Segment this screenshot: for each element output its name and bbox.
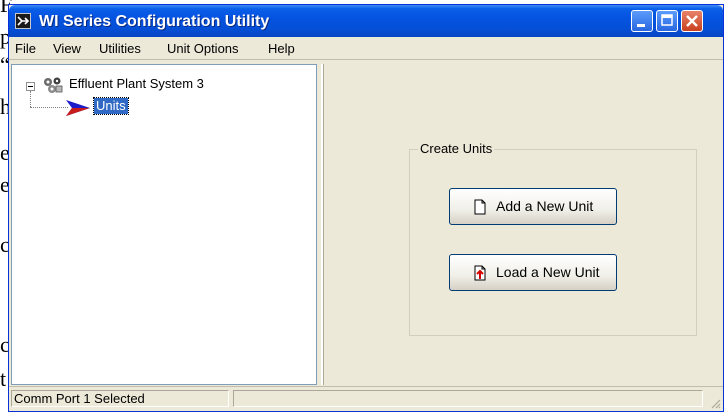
plant-system-icon bbox=[44, 77, 63, 93]
maximize-button[interactable] bbox=[656, 10, 678, 32]
app-window: WI Series Configuration Utility File Vie… bbox=[8, 4, 724, 412]
close-button[interactable] bbox=[681, 10, 703, 32]
menu-utilities[interactable]: Utilities bbox=[99, 41, 141, 56]
load-new-unit-label: Load a New Unit bbox=[496, 264, 600, 280]
groupbox-title: Create Units bbox=[418, 141, 495, 156]
status-text: Comm Port 1 Selected bbox=[11, 390, 229, 407]
app-icon[interactable] bbox=[15, 13, 31, 29]
resize-grip-icon[interactable] bbox=[709, 397, 721, 409]
content-panel: Create Units Add a New Unit Load a New U… bbox=[321, 64, 721, 385]
status-panel-empty bbox=[233, 390, 703, 407]
load-document-icon bbox=[474, 265, 486, 281]
menu-unit-options[interactable]: Unit Options bbox=[167, 41, 239, 56]
tree-view[interactable]: Effluent Plant System 3 Units bbox=[11, 64, 317, 385]
menu-bar: File View Utilities Unit Options Help bbox=[9, 37, 723, 60]
tree-connector bbox=[30, 107, 68, 108]
menu-help[interactable]: Help bbox=[268, 41, 295, 56]
close-icon bbox=[686, 15, 698, 27]
menu-file[interactable]: File bbox=[15, 41, 36, 56]
new-document-icon bbox=[474, 199, 486, 215]
add-new-unit-button[interactable]: Add a New Unit bbox=[449, 188, 617, 225]
title-bar[interactable]: WI Series Configuration Utility bbox=[9, 5, 723, 37]
arrow-pointer-icon bbox=[66, 100, 90, 116]
status-bar: Comm Port 1 Selected bbox=[9, 386, 723, 411]
load-new-unit-button[interactable]: Load a New Unit bbox=[449, 254, 617, 291]
minimize-button[interactable] bbox=[631, 10, 653, 32]
tree-node-units[interactable]: Units bbox=[93, 97, 129, 115]
tree-connector bbox=[30, 91, 31, 107]
minimize-icon bbox=[637, 24, 645, 27]
tree-node-root[interactable]: Effluent Plant System 3 bbox=[69, 76, 204, 91]
menu-view[interactable]: View bbox=[53, 41, 81, 56]
create-units-groupbox: Create Units Add a New Unit Load a New U… bbox=[409, 141, 697, 336]
maximize-icon bbox=[661, 14, 673, 26]
tree-collapse-toggle[interactable] bbox=[26, 82, 35, 91]
add-new-unit-label: Add a New Unit bbox=[496, 198, 594, 214]
window-title: WI Series Configuration Utility bbox=[39, 13, 270, 30]
